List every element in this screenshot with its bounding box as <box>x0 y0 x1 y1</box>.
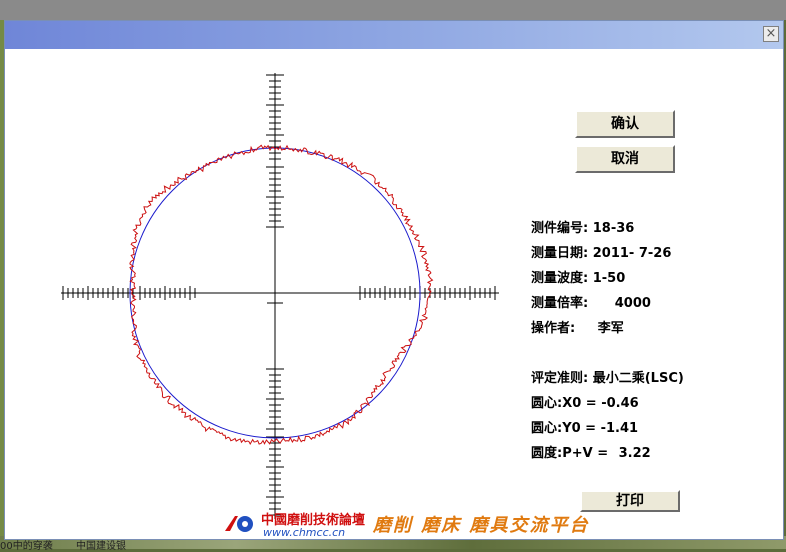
date-value: 2011- 7-26 <box>592 246 672 261</box>
operator-value: 李军 <box>597 321 624 336</box>
part-no-value: 18-36 <box>592 221 635 236</box>
wave-row: 测量波度: 1-50 <box>531 267 625 286</box>
confirm-button[interactable]: 确认 <box>575 110 675 138</box>
date-row: 测量日期: 2011- 7-26 <box>531 242 671 261</box>
print-button[interactable]: 打印 <box>580 490 680 512</box>
center-y-row: 圆心:Y0 = -1.41 <box>531 417 638 436</box>
center-y-value: -1.41 <box>600 421 639 436</box>
operator-label: 操作者: <box>531 321 576 336</box>
plot-axes <box>61 73 499 519</box>
close-button[interactable]: × <box>763 26 779 42</box>
center-x-row: 圆心:X0 = -0.46 <box>531 392 639 411</box>
wave-value: 1-50 <box>592 271 626 286</box>
watermark-url: www.chmcc.cn <box>263 526 346 539</box>
gear-logo-icon <box>225 516 253 532</box>
magnification-row: 测量倍率: 4000 <box>531 292 651 311</box>
part-no-label: 测件编号: <box>531 221 589 236</box>
center-x-value: -0.46 <box>601 396 639 411</box>
site-watermark: 中國磨削技術論壇 www.chmcc.cn 磨削 磨床 磨具交流平台 <box>223 509 588 539</box>
magnification-label: 测量倍率: <box>531 296 589 311</box>
watermark-slogan: 磨削 磨床 磨具交流平台 <box>373 515 590 536</box>
desktop-top-strip <box>0 0 786 20</box>
operator-row: 操作者: 李军 <box>531 317 624 336</box>
criterion-row: 评定准则: 最小二乘(LSC) <box>531 367 684 386</box>
center-x-label: 圆心:X0 = <box>531 396 597 411</box>
criterion-label: 评定准则: <box>531 371 589 386</box>
part-no-row: 测件编号: 18-36 <box>531 217 634 236</box>
cancel-button[interactable]: 取消 <box>575 145 675 173</box>
title-bar[interactable]: × <box>5 21 783 49</box>
roundness-label: 圆度:P+V = <box>531 446 609 461</box>
criterion-value: 最小二乘(LSC) <box>592 371 684 386</box>
center-y-label: 圆心:Y0 = <box>531 421 597 436</box>
roundness-dialog: × 确认 取消 测件编号: 18-36 测量日期: 2011- 7-26 测量波… <box>4 20 784 540</box>
roundness-row: 圆度:P+V = 3.22 <box>531 442 651 461</box>
magnification-value: 4000 <box>614 296 651 311</box>
roundness-plot <box>61 73 499 519</box>
date-label: 测量日期: <box>531 246 589 261</box>
roundness-value: 3.22 <box>618 446 651 461</box>
wave-label: 测量波度: <box>531 271 589 286</box>
